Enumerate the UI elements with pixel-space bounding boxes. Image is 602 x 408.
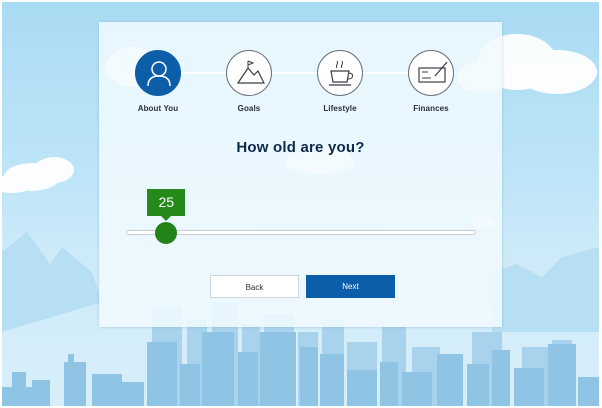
- next-button[interactable]: Next: [306, 275, 395, 298]
- person-icon: [147, 61, 171, 87]
- step-label-lifestyle: Lifestyle: [323, 104, 357, 113]
- step-finances[interactable]: [408, 50, 454, 96]
- step-goals[interactable]: [226, 50, 272, 96]
- questionnaire-card: About You Goals Lifestyle Finances How o…: [99, 22, 502, 327]
- check-icon: [418, 61, 448, 83]
- question-heading: How old are you?: [236, 139, 365, 156]
- slider-value-pointer: [161, 216, 172, 221]
- coffee-cup-icon: [329, 60, 354, 86]
- age-slider-track[interactable]: [126, 230, 476, 235]
- age-slider-thumb[interactable]: [155, 222, 178, 244]
- step-label-finances: Finances: [413, 104, 449, 113]
- step-connector-line: [159, 72, 444, 74]
- back-button[interactable]: Back: [210, 275, 299, 298]
- background-scene: About You Goals Lifestyle Finances How o…: [2, 2, 599, 406]
- step-about-you[interactable]: [135, 50, 181, 96]
- mountain-icon: [236, 60, 265, 84]
- step-label-about-you: About You: [137, 104, 179, 113]
- step-lifestyle[interactable]: [317, 50, 363, 96]
- step-label-goals: Goals: [237, 104, 261, 113]
- slider-value-badge: 25: [147, 189, 186, 216]
